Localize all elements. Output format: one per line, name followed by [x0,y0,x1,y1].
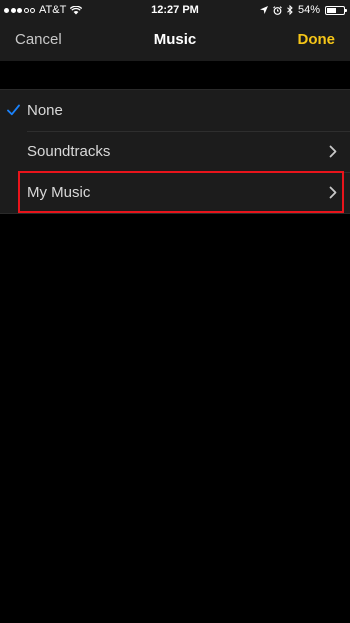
bluetooth-icon [287,5,293,15]
list-item-none[interactable]: None [0,90,350,131]
chevron-right-icon [329,186,337,199]
alarm-icon [273,5,282,15]
battery-percent: 54% [297,4,320,16]
nav-bar: Cancel Music Done [0,20,350,61]
battery-fill [327,7,336,13]
location-icon [259,6,268,14]
music-options-list: None Soundtracks My Music [0,89,350,214]
list-item-my-music[interactable]: My Music [0,172,350,213]
status-right: 54% [259,4,347,16]
section-spacer [0,61,350,89]
done-button[interactable]: Done [298,31,336,48]
list-item-label: Soundtracks [27,143,111,160]
checkmark-icon [7,104,20,116]
battery-icon [325,5,347,15]
list-item-label: None [27,102,63,119]
chevron-right-icon [329,145,337,158]
list-item-label: My Music [27,184,91,201]
list-item-soundtracks[interactable]: Soundtracks [0,131,350,172]
status-bar: AT&T 12:27 PM 54% [0,0,350,20]
